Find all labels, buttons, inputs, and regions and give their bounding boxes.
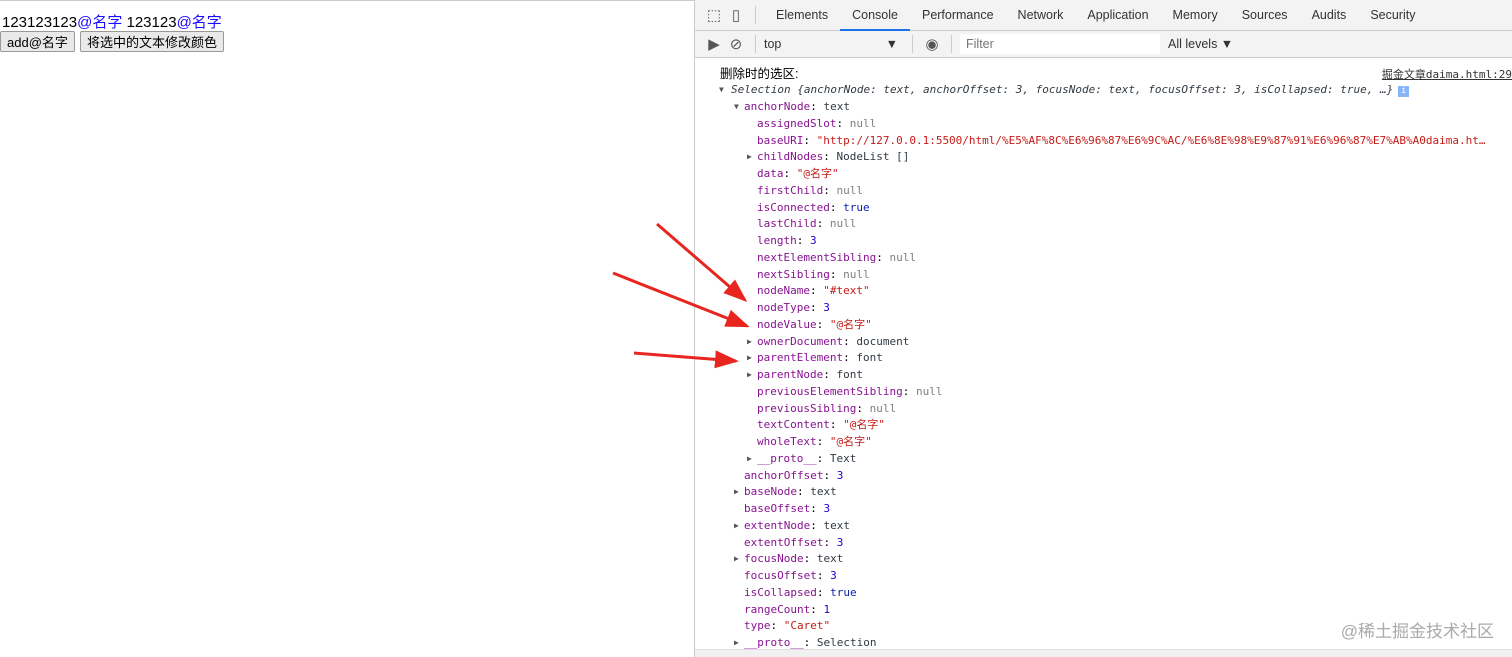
arrow-to-parentelement <box>633 350 739 369</box>
arrow-to-nodevalue <box>612 271 750 328</box>
arrow-to-nodename <box>656 222 748 302</box>
annotation-arrows <box>612 222 750 369</box>
